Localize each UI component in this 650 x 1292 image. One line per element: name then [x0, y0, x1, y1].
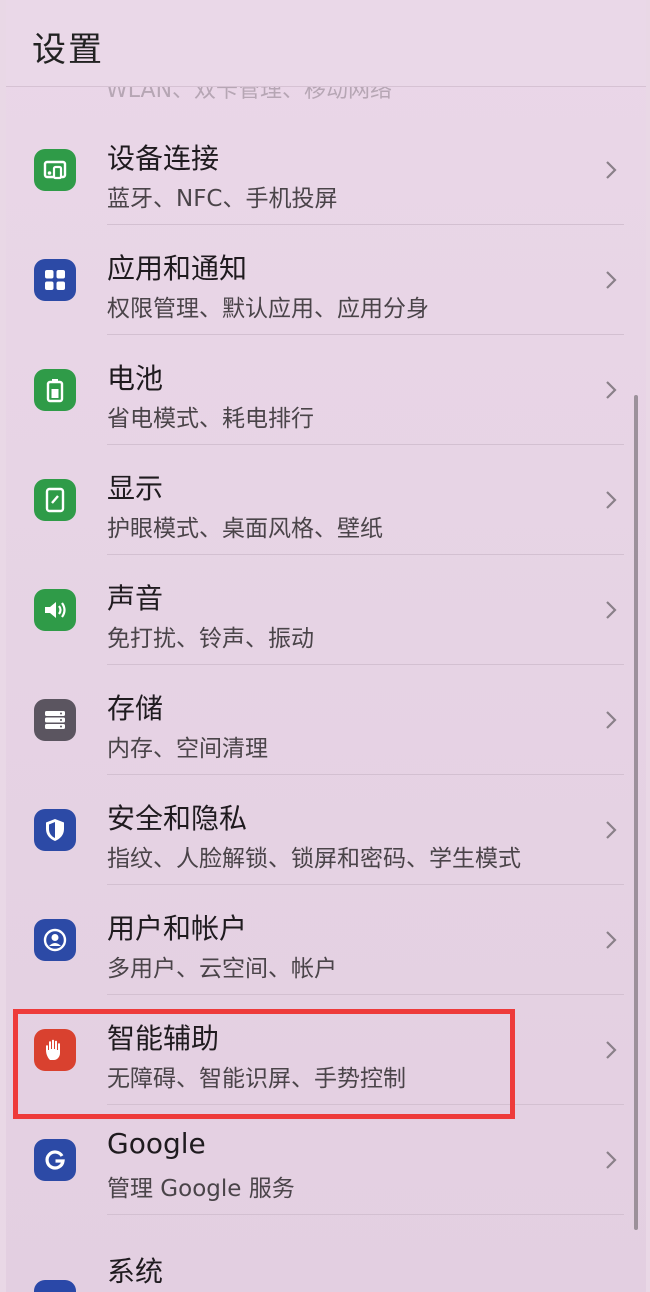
settings-item-users-accounts[interactable]: 用户和帐户 多用户、云空间、帐户	[6, 885, 646, 995]
display-icon	[34, 479, 76, 521]
item-subtitle: 内存、空间清理	[107, 736, 268, 762]
item-title: 电池	[107, 362, 164, 395]
user-account-icon	[34, 919, 76, 961]
apps-grid-icon	[34, 259, 76, 301]
item-subtitle: 指纹、人脸解锁、锁屏和密码、学生模式	[107, 846, 521, 872]
storage-icon	[34, 699, 76, 741]
item-title: 用户和帐户	[107, 912, 248, 945]
item-title: 显示	[107, 472, 164, 505]
settings-item-sound[interactable]: 声音 免打扰、铃声、振动	[6, 555, 646, 665]
device-connection-icon	[34, 149, 76, 191]
divider	[107, 1214, 624, 1215]
page-title: 设置	[32, 30, 104, 70]
system-icon	[34, 1280, 76, 1292]
item-subtitle: 省电模式、耗电排行	[107, 406, 314, 432]
item-title: Google	[107, 1127, 206, 1160]
sound-icon	[34, 589, 76, 631]
chevron-right-icon	[606, 601, 617, 619]
item-subtitle: 管理 Google 服务	[107, 1176, 295, 1202]
item-title: 声音	[107, 582, 164, 615]
settings-item-storage[interactable]: 存储 内存、空间清理	[6, 665, 646, 775]
item-subtitle: 免打扰、铃声、振动	[107, 626, 314, 652]
shield-icon	[34, 809, 76, 851]
chevron-right-icon	[606, 271, 617, 289]
chevron-right-icon	[606, 1151, 617, 1169]
settings-item-system[interactable]: 系统	[6, 1230, 646, 1292]
chevron-right-icon	[606, 491, 617, 509]
item-title: 系统	[107, 1255, 164, 1288]
item-subtitle: 护眼模式、桌面风格、壁纸	[107, 516, 383, 542]
highlight-box	[13, 1009, 515, 1119]
settings-item-battery[interactable]: 电池 省电模式、耗电排行	[6, 335, 646, 445]
item-title: 安全和隐私	[107, 802, 248, 835]
chevron-right-icon	[606, 711, 617, 729]
chevron-right-icon	[606, 821, 617, 839]
item-title: 设备连接	[107, 142, 220, 175]
chevron-right-icon	[606, 161, 617, 179]
settings-item-security-privacy[interactable]: 安全和隐私 指纹、人脸解锁、锁屏和密码、学生模式	[6, 775, 646, 885]
battery-icon	[34, 369, 76, 411]
scrollbar[interactable]	[634, 395, 638, 1230]
item-subtitle: 权限管理、默认应用、应用分身	[107, 296, 429, 322]
item-subtitle: 蓝牙、NFC、手机投屏	[107, 186, 338, 212]
settings-item-apps-notifications[interactable]: 应用和通知 权限管理、默认应用、应用分身	[6, 225, 646, 335]
settings-item-google[interactable]: Google 管理 Google 服务	[6, 1105, 646, 1215]
google-icon	[34, 1139, 76, 1181]
settings-item-display[interactable]: 显示 护眼模式、桌面风格、壁纸	[6, 445, 646, 555]
chevron-right-icon	[606, 1041, 617, 1059]
item-subtitle: 多用户、云空间、帐户	[107, 956, 337, 982]
chevron-right-icon	[606, 381, 617, 399]
title-bar: 设置	[6, 0, 646, 87]
item-title: 存储	[107, 692, 164, 725]
item-title: 应用和通知	[107, 252, 248, 285]
chevron-right-icon	[606, 931, 617, 949]
settings-item-device-connection[interactable]: 设备连接 蓝牙、NFC、手机投屏	[6, 115, 646, 225]
